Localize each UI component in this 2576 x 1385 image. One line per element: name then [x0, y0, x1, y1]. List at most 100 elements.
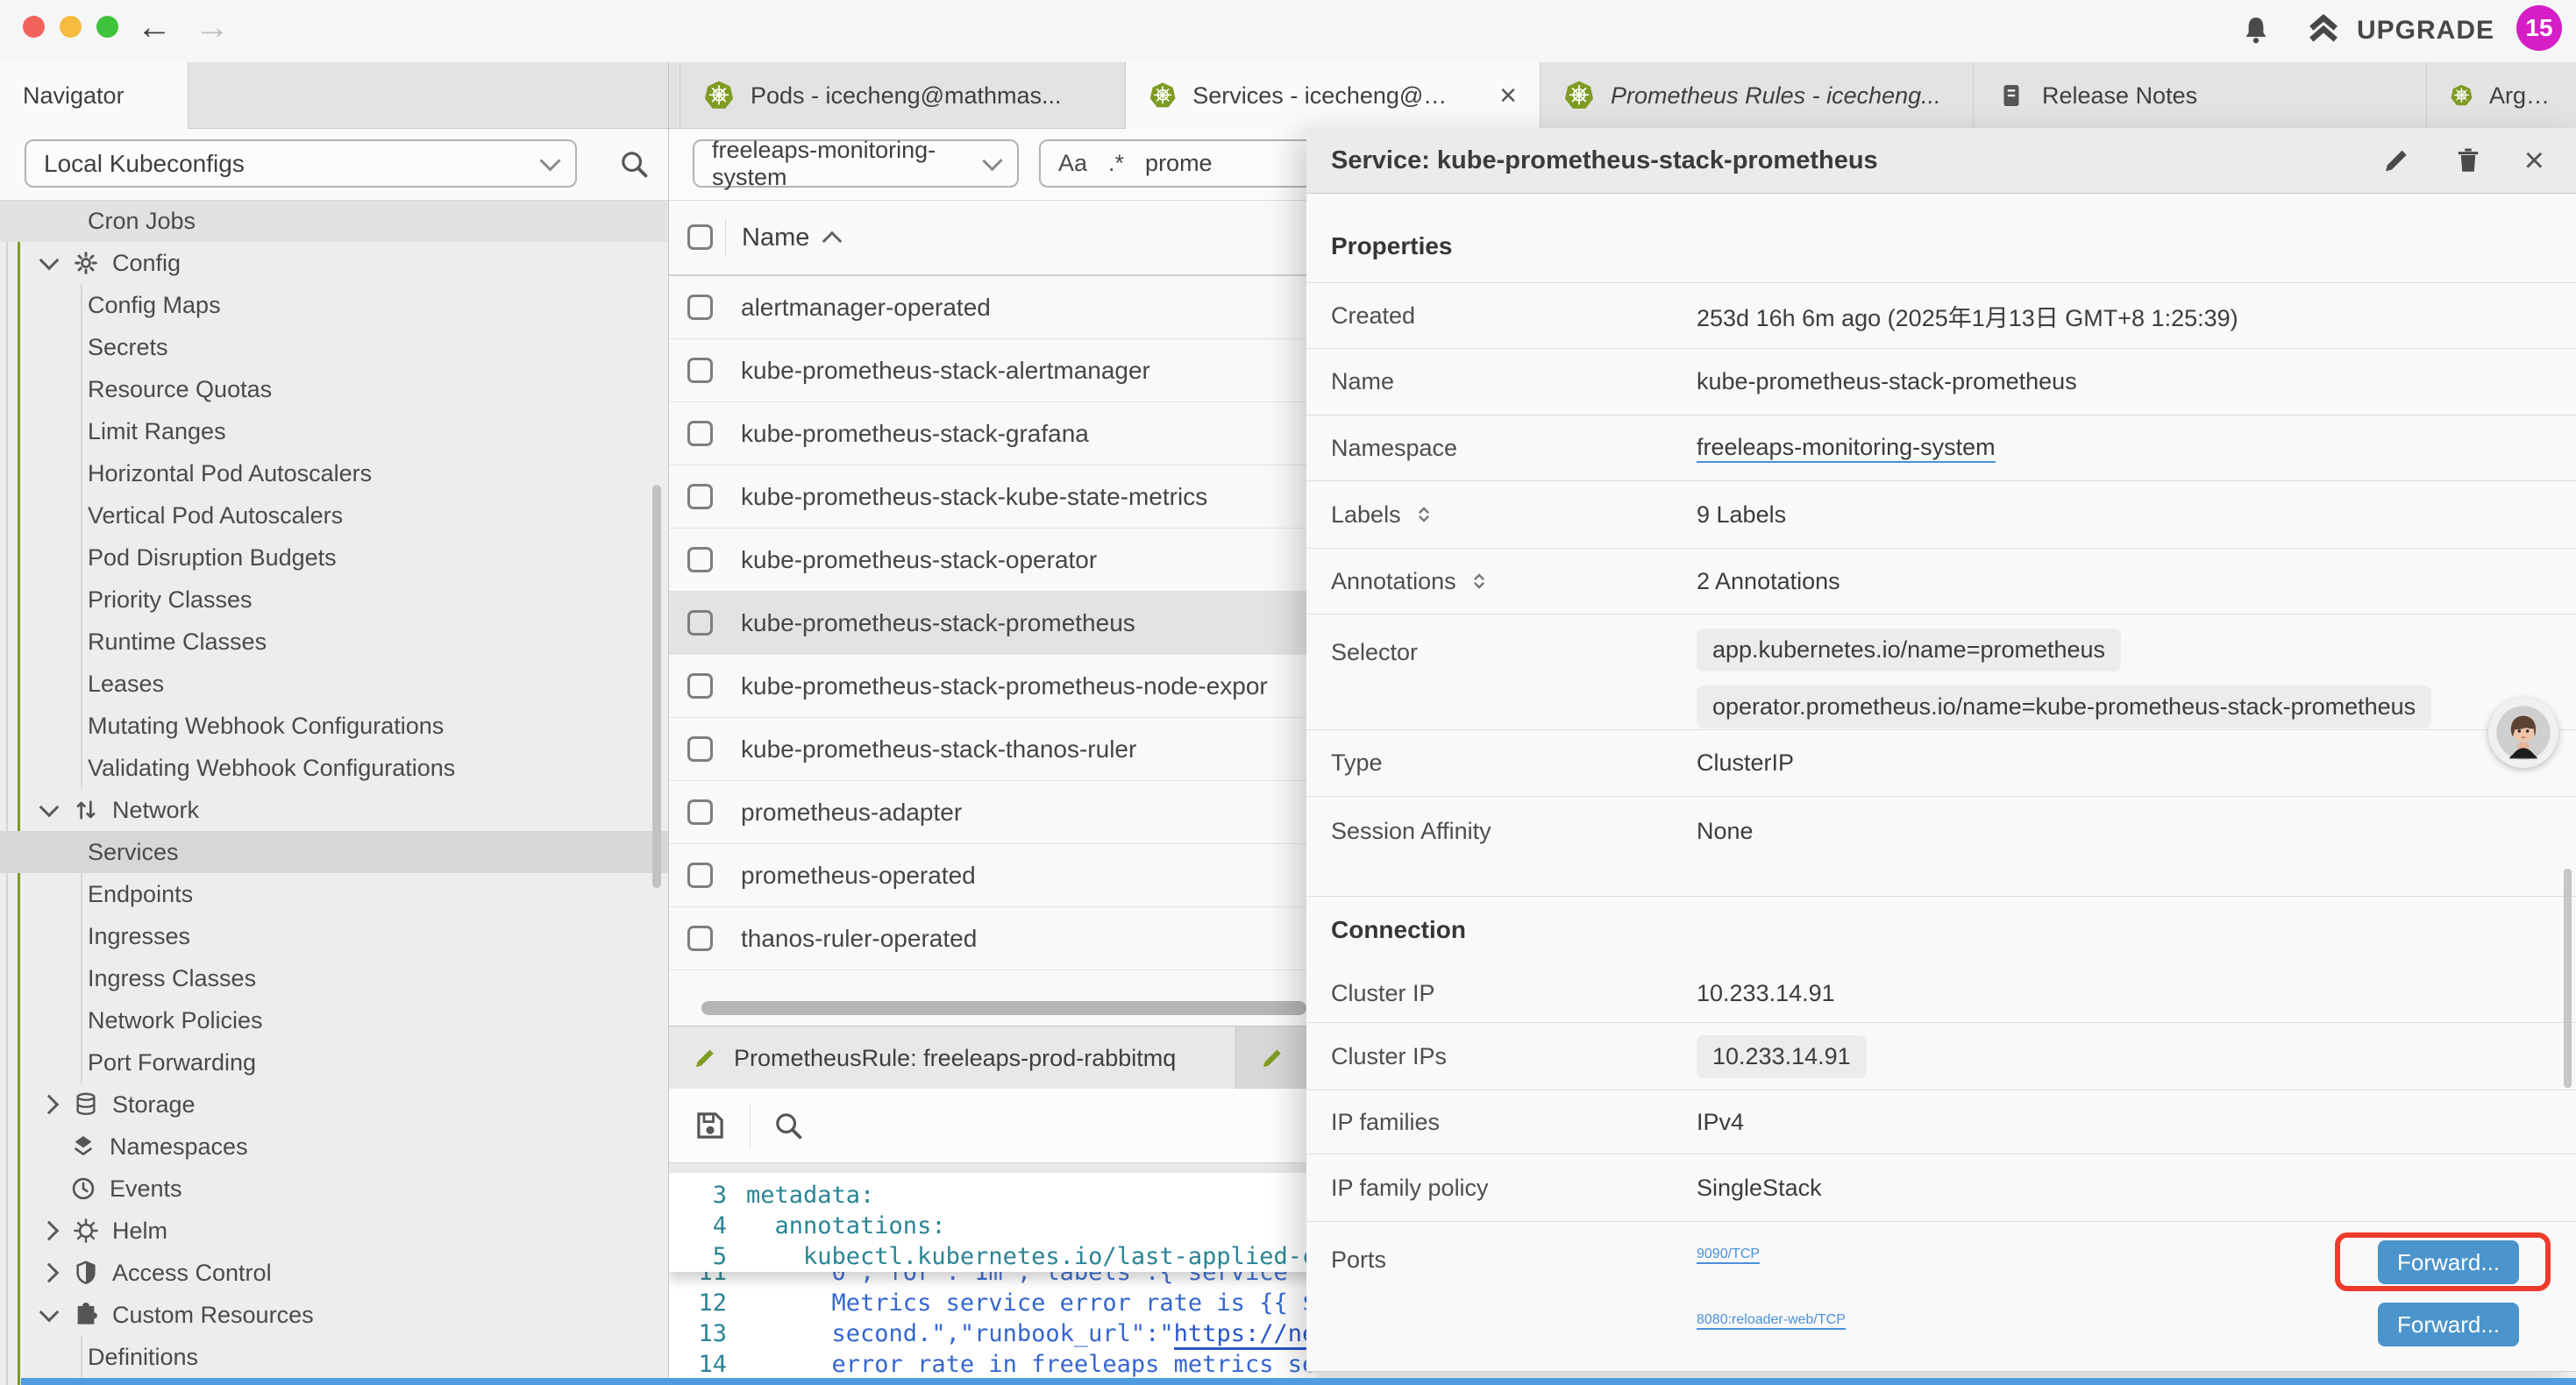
editor-search-icon[interactable] [772, 1109, 805, 1142]
row-checkbox[interactable] [687, 610, 713, 636]
save-icon[interactable] [692, 1107, 729, 1144]
select-all-checkbox[interactable] [687, 224, 713, 250]
trash-icon[interactable] [2452, 145, 2484, 176]
table-row[interactable]: kube-prometheus-stack-prometheus-node-ex… [669, 655, 1315, 718]
edit-pencil-icon[interactable] [2380, 145, 2412, 176]
sidebar-item-validating-webhook-configurations[interactable]: Validating Webhook Configurations [0, 747, 668, 789]
back-arrow-icon[interactable]: ← [137, 7, 172, 47]
chevron-right-icon [39, 1221, 60, 1241]
sidebar-item-limit-ranges[interactable]: Limit Ranges [0, 410, 668, 452]
sidebar-item-resource-quotas[interactable]: Resource Quotas [0, 368, 668, 410]
row-checkbox[interactable] [687, 863, 713, 888]
sidebar-item-endpoints[interactable]: Endpoints [0, 873, 668, 915]
sidebar-item-secrets[interactable]: Secrets [0, 326, 668, 368]
editor-toolbar [669, 1089, 1315, 1162]
sidebar-item-ingress-classes[interactable]: Ingress Classes [0, 957, 668, 999]
profile-badge[interactable]: 15 [2516, 5, 2562, 51]
sidebar-item-runtime-classes[interactable]: Runtime Classes [0, 621, 668, 663]
sidebar-item-leases[interactable]: Leases [0, 663, 668, 705]
upgrade-button[interactable]: UPGRADE [2304, 11, 2494, 50]
tab-prometheus-rules[interactable]: Prometheus Rules - icecheng... [1541, 62, 1974, 129]
kubeconfig-select[interactable]: Local Kubeconfigs [25, 139, 577, 188]
tab-strip-spacer [189, 62, 680, 128]
yaml-editor[interactable]: 3metadata: 4 annotations: 5 kubectl.kube… [669, 1173, 1315, 1378]
table-row-selected[interactable]: kube-prometheus-stack-prometheus [669, 592, 1315, 655]
sidebar-item-services[interactable]: Services [0, 831, 668, 873]
close-window-button[interactable] [23, 16, 45, 38]
panel-scrollbar[interactable] [2564, 869, 2572, 1088]
editor-tab-partial[interactable] [1236, 1026, 1315, 1090]
row-checkbox[interactable] [687, 926, 713, 951]
namespace-link[interactable]: freeleaps-monitoring-system [1697, 434, 1996, 463]
sidebar-item-mutating-webhook-configurations[interactable]: Mutating Webhook Configurations [0, 705, 668, 747]
sidebar-item-network-policies[interactable]: Network Policies [0, 999, 668, 1041]
toolbar-divider [750, 1104, 751, 1147]
row-checkbox[interactable] [687, 799, 713, 825]
sidebar-item-priority-classes[interactable]: Priority Classes [0, 579, 668, 621]
tab-release-notes[interactable]: Release Notes [1974, 62, 2427, 129]
expand-collapse-icon[interactable] [1413, 504, 1434, 525]
row-checkbox[interactable] [687, 547, 713, 572]
table-row[interactable]: alertmanager-operated [669, 276, 1315, 339]
sidebar-item-horizontal-pod-autoscalers[interactable]: Horizontal Pod Autoscalers [0, 452, 668, 494]
sidebar-item-cron-jobs[interactable]: Cron Jobs [0, 200, 668, 242]
row-checkbox[interactable] [687, 736, 713, 762]
namespace-select[interactable]: freeleaps-monitoring-system [693, 139, 1019, 188]
row-checkbox[interactable] [687, 484, 713, 509]
row-checkbox[interactable] [687, 358, 713, 383]
sidebar-item-events[interactable]: Events [0, 1168, 668, 1210]
table-row[interactable]: thanos-ruler-operated [669, 907, 1315, 970]
sidebar-group-access-control[interactable]: Access Control [0, 1252, 668, 1294]
forward-button-8080[interactable]: Forward... [2378, 1303, 2519, 1346]
user-avatar[interactable] [2488, 698, 2558, 768]
tab-services[interactable]: Services - icecheng@math... × [1126, 62, 1541, 129]
regex-toggle[interactable]: .* [1108, 150, 1124, 177]
table-row[interactable]: kube-prometheus-stack-thanos-ruler [669, 718, 1315, 781]
shield-icon [72, 1259, 100, 1287]
sidebar-item-ingresses[interactable]: Ingresses [0, 915, 668, 957]
sidebar-group-custom-resources[interactable]: Custom Resources [0, 1294, 668, 1336]
table-row[interactable]: kube-prometheus-stack-operator [669, 529, 1315, 592]
tab-argo[interactable]: Argo Se [2427, 62, 2576, 129]
filter-input[interactable]: Aa .* prome [1039, 139, 1328, 188]
forward-button-9090[interactable]: Forward... [2378, 1240, 2519, 1284]
sidebar-group-network[interactable]: Network [0, 789, 668, 831]
sidebar-group-helm[interactable]: Helm [0, 1210, 668, 1252]
runbook-url-link[interactable]: https://net [1174, 1320, 1315, 1350]
forward-arrow-icon[interactable]: → [195, 7, 230, 47]
sidebar-item-port-forwarding[interactable]: Port Forwarding [0, 1041, 668, 1083]
port-link[interactable]: 8080:reloader-web/TCP [1697, 1312, 1846, 1330]
table-row[interactable]: kube-prometheus-stack-kube-state-metrics [669, 465, 1315, 529]
ip-families-row: IP families IPv4 [1306, 1090, 2576, 1154]
row-checkbox[interactable] [687, 295, 713, 320]
sidebar-item-namespaces[interactable]: Namespaces [0, 1126, 668, 1168]
close-tab-icon[interactable]: × [1499, 79, 1517, 113]
sidebar-scrollbar[interactable] [652, 485, 661, 888]
row-checkbox[interactable] [687, 421, 713, 446]
sidebar-item-definitions[interactable]: Definitions [0, 1336, 668, 1378]
table-row[interactable]: kube-prometheus-stack-grafana [669, 402, 1315, 465]
maximize-window-button[interactable] [96, 16, 118, 38]
sidebar-search-icon[interactable] [617, 147, 651, 181]
notifications-bell-icon[interactable] [2238, 12, 2274, 49]
table-row[interactable]: prometheus-adapter [669, 781, 1315, 844]
minimize-window-button[interactable] [60, 16, 82, 38]
sidebar-item-vertical-pod-autoscalers[interactable]: Vertical Pod Autoscalers [0, 494, 668, 536]
sidebar-item-config-maps[interactable]: Config Maps [0, 284, 668, 326]
editor-tab-prometheusrule[interactable]: PrometheusRule: freeleaps-prod-rabbitmq [669, 1026, 1236, 1090]
table-row[interactable]: kube-prometheus-stack-alertmanager [669, 339, 1315, 402]
tab-pods[interactable]: Pods - icecheng@mathmas... [680, 62, 1126, 129]
row-checkbox[interactable] [687, 673, 713, 699]
expand-collapse-icon[interactable] [1469, 571, 1490, 592]
close-panel-icon[interactable]: × [2524, 141, 2544, 181]
sidebar-group-storage[interactable]: Storage [0, 1083, 668, 1126]
horizontal-scrollbar[interactable] [701, 1001, 1306, 1015]
sidebar-item-pod-disruption-budgets[interactable]: Pod Disruption Budgets [0, 536, 668, 579]
port-link[interactable]: 9090/TCP [1697, 1246, 1760, 1264]
tab-navigator[interactable]: Navigator [0, 62, 189, 129]
match-case-toggle[interactable]: Aa [1058, 150, 1087, 177]
table-row[interactable]: prometheus-operated [669, 844, 1315, 907]
sidebar-group-config[interactable]: Config [0, 242, 668, 284]
name-column-header[interactable]: Name [742, 224, 839, 252]
cluster-ip-row: Cluster IP 10.233.14.91 [1306, 965, 2576, 1022]
